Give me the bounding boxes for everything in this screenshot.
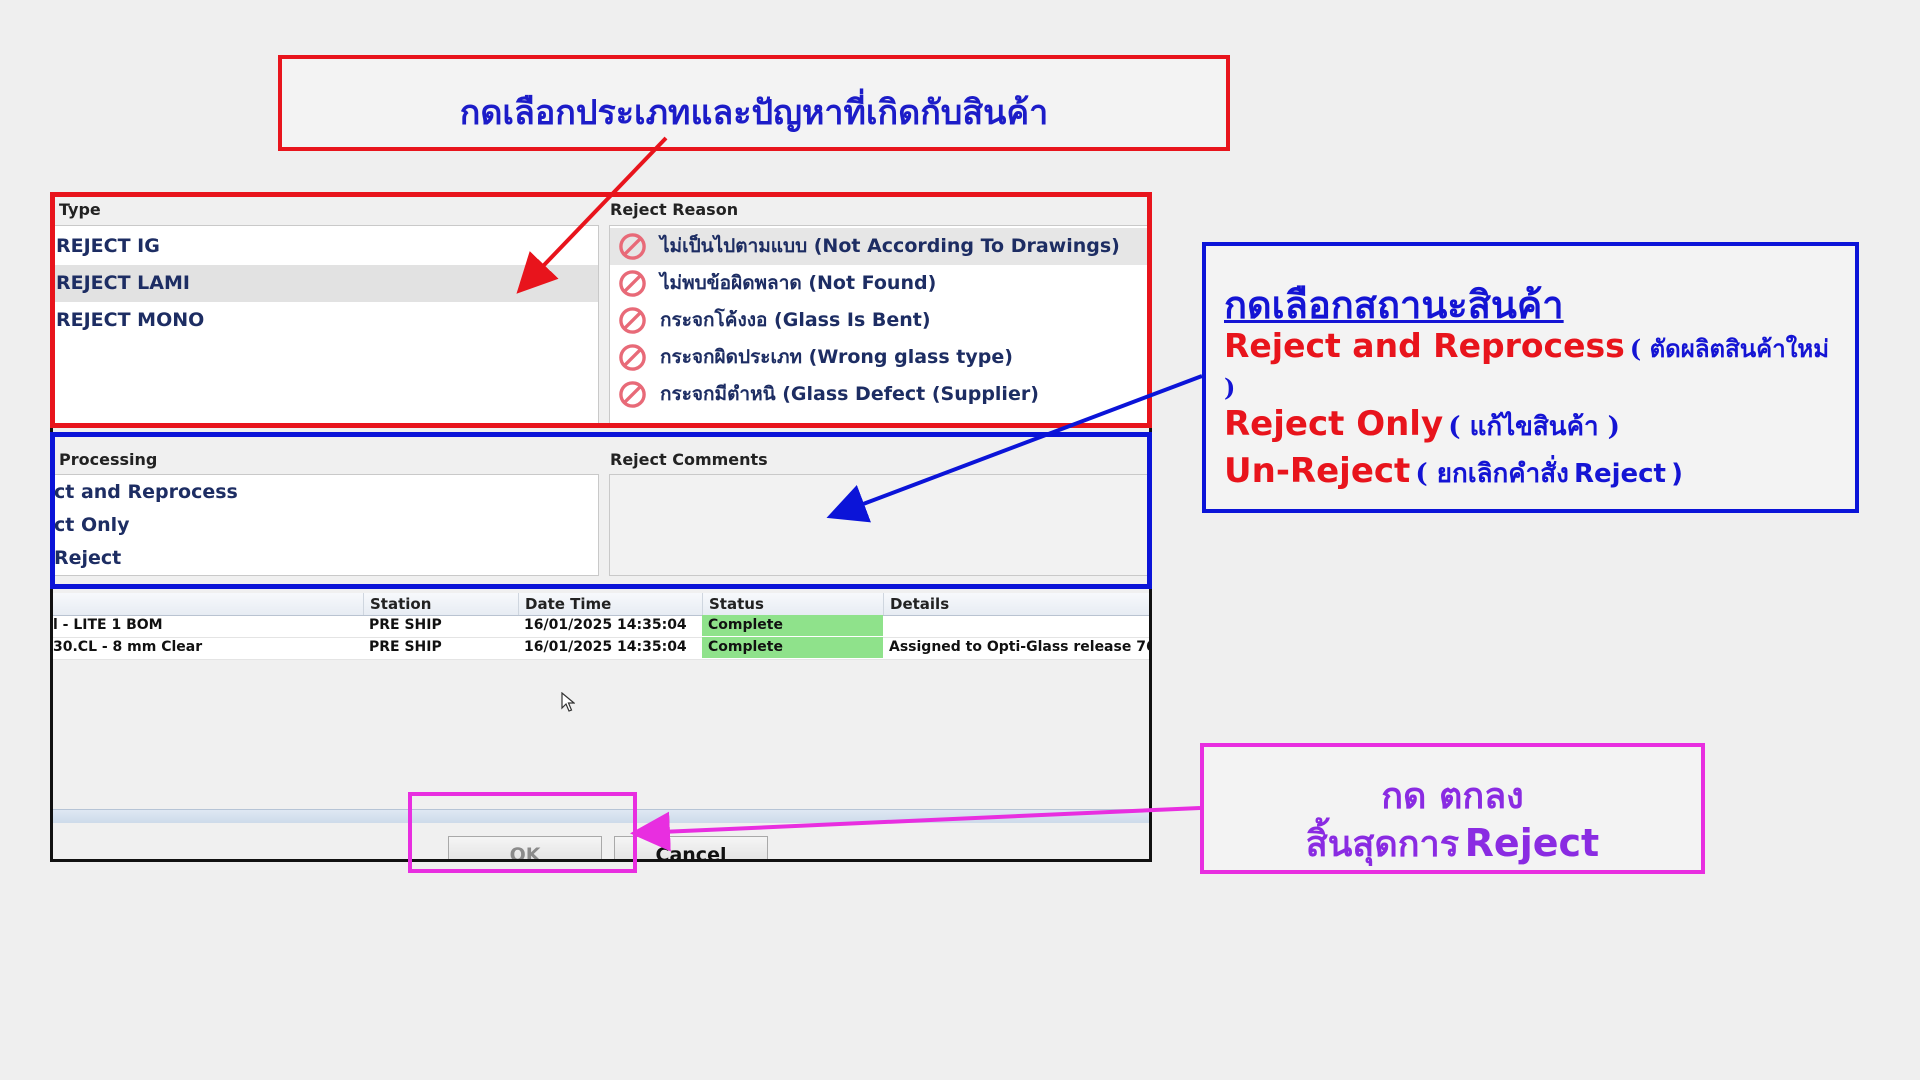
blue-highlight-frame xyxy=(50,432,1152,589)
callout-unreject-note: ( ยกเลิกคำสั่ง xyxy=(1415,459,1569,489)
callout-line-reprocess: Reject and Reprocess ( ตัดผลิตสินค้าใหม่… xyxy=(1224,328,1844,409)
top-callout-text: กดเลือกประเภทและปัญหาที่เกิดกับสินค้า xyxy=(459,93,1049,133)
bottom-callout-thai: สิ้นสุดการ xyxy=(1305,823,1460,865)
callout-reject-only-label: Reject Only xyxy=(1224,404,1444,444)
top-callout: กดเลือกประเภทและปัญหาที่เกิดกับสินค้า xyxy=(278,55,1230,151)
bottom-callout-line2: สิ้นสุดการ Reject xyxy=(1204,815,1701,872)
callout-unreject-word: Reject xyxy=(1573,459,1666,489)
cell-status: Complete xyxy=(702,637,883,658)
column-header-station[interactable]: Station xyxy=(363,593,518,615)
magenta-highlight-frame xyxy=(408,792,637,873)
cell-station: PRE SHIP xyxy=(369,617,442,633)
cell-details xyxy=(883,615,1149,636)
column-header-date-time[interactable]: Date Time xyxy=(518,593,702,615)
cell-date-time: 16/01/2025 14:35:04 xyxy=(524,639,687,655)
cancel-button[interactable]: Cancel xyxy=(614,836,768,859)
bottom-callout: กด ตกลง สิ้นสุดการ Reject xyxy=(1200,743,1705,874)
table-row[interactable]: l - LITE 1 BOM PRE SHIP 16/01/2025 14:35… xyxy=(53,615,1149,638)
cell-station: PRE SHIP xyxy=(369,639,442,655)
table-row[interactable]: 30.CL - 8 mm Clear PRE SHIP 16/01/2025 1… xyxy=(53,637,1149,660)
callout-reject-only-note: ( แก้ไขสินค้า ) xyxy=(1448,412,1620,442)
cell-item: l - LITE 1 BOM xyxy=(53,617,163,633)
column-header-details[interactable]: Details xyxy=(883,593,1149,615)
cell-item: 30.CL - 8 mm Clear xyxy=(53,639,203,655)
callout-line-reject-only: Reject Only ( แก้ไขสินค้า ) xyxy=(1224,404,1620,450)
right-callout: กดเลือกสถานะสินค้า Reject and Reprocess … xyxy=(1202,242,1859,513)
mouse-cursor-icon xyxy=(561,692,575,712)
grid-header: Station Date Time Status Details xyxy=(53,593,1149,616)
column-header-status[interactable]: Status xyxy=(702,593,883,615)
cell-status: Complete xyxy=(702,615,883,636)
history-grid: Station Date Time Status Details l - LIT… xyxy=(53,593,1149,660)
callout-line-unreject: Un-Reject ( ยกเลิกคำสั่ง Reject ) xyxy=(1224,451,1683,497)
cell-date-time: 16/01/2025 14:35:04 xyxy=(524,617,687,633)
red-highlight-frame xyxy=(50,192,1152,428)
callout-unreject-label: Un-Reject xyxy=(1224,451,1411,491)
callout-unreject-close: ) xyxy=(1671,459,1683,489)
callout-reprocess-label: Reject and Reprocess xyxy=(1224,326,1625,365)
cell-details: Assigned to Opti-Glass release 767. xyxy=(889,639,1149,655)
bottom-callout-word: Reject xyxy=(1464,821,1600,865)
